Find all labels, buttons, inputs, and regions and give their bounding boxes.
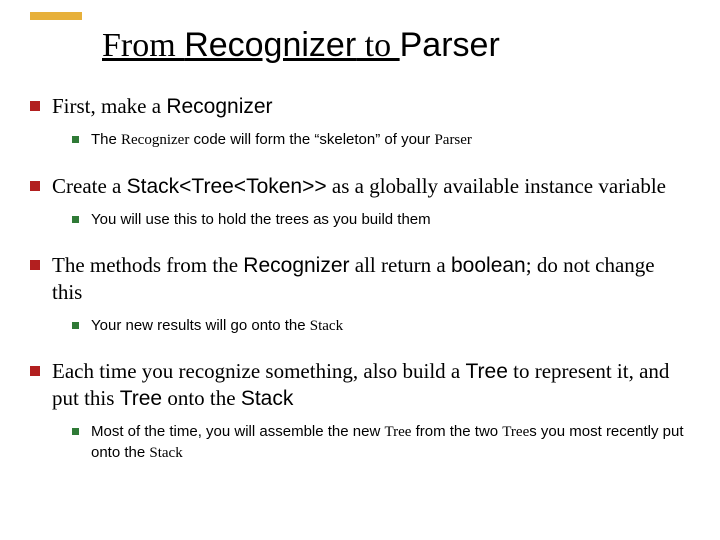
sub-list: Most of the time, you will assemble the … (72, 422, 690, 463)
sub-list-item-text: The Recognizer code will form the “skele… (91, 130, 472, 150)
code-span: Recognizer (121, 132, 189, 148)
code-span: boolean (451, 254, 526, 277)
square-bullet-icon (72, 216, 79, 223)
sub-list-item: Your new results will go onto the Stack (72, 316, 690, 336)
text-span: You will use this to hold the trees as y… (91, 211, 431, 228)
square-bullet-icon (30, 181, 40, 191)
sub-list: The Recognizer code will form the “skele… (72, 130, 690, 150)
bullet-list: First, make a RecognizerThe Recognizer c… (30, 93, 690, 463)
square-bullet-icon (72, 428, 79, 435)
title-code1: Recognizer (184, 26, 356, 64)
sub-list: Your new results will go onto the Stack (72, 316, 690, 336)
square-bullet-icon (30, 366, 40, 376)
code-span: Stack (241, 387, 294, 410)
text-span: Create a (52, 174, 127, 198)
code-span: Parser (434, 132, 472, 148)
title-pre: From (102, 27, 184, 64)
sub-list-item-text: Most of the time, you will assemble the … (91, 422, 690, 463)
text-span: Your new results will go onto the (91, 317, 310, 334)
list-item: First, make a RecognizerThe Recognizer c… (30, 93, 690, 151)
code-span: Tree (120, 387, 162, 410)
list-item: Each time you recognize something, also … (30, 358, 690, 463)
sub-list-item: The Recognizer code will form the “skele… (72, 130, 690, 150)
text-span: as a globally available instance variabl… (327, 174, 666, 198)
text-span: The (91, 131, 121, 148)
text-span: onto the (162, 386, 241, 410)
code-span: Recognizer (166, 95, 272, 118)
slide-title: From Recognizer to Parser (102, 26, 690, 65)
sub-list-item-text: Your new results will go onto the Stack (91, 316, 343, 336)
code-span: Tree (502, 424, 529, 440)
code-span: Stack (310, 318, 343, 334)
text-span: from the two (411, 423, 502, 440)
sub-list-item: Most of the time, you will assemble the … (72, 422, 690, 463)
title-mid: to (356, 27, 399, 64)
text-span: The methods from the (52, 253, 243, 277)
sub-list-item: You will use this to hold the trees as y… (72, 210, 690, 230)
square-bullet-icon (72, 322, 79, 329)
title-code2: Parser (400, 26, 500, 64)
text-span: all return a (350, 253, 451, 277)
list-item-text: First, make a Recognizer (52, 93, 273, 120)
sub-list: You will use this to hold the trees as y… (72, 210, 690, 230)
list-item-text: Each time you recognize something, also … (52, 358, 690, 413)
square-bullet-icon (30, 101, 40, 111)
code-span: Stack (149, 445, 182, 461)
square-bullet-icon (72, 136, 79, 143)
square-bullet-icon (30, 260, 40, 270)
code-span: Tree (465, 360, 507, 383)
code-span: Recognizer (243, 254, 349, 277)
sub-list-item-text: You will use this to hold the trees as y… (91, 210, 431, 230)
code-span: Stack<Tree<Token>> (127, 175, 327, 198)
list-item-text: Create a Stack<Tree<Token>> as a globall… (52, 173, 666, 200)
accent-bar (30, 12, 82, 20)
code-span: Tree (384, 424, 411, 440)
text-span: code will form the “skeleton” of your (189, 131, 434, 148)
text-span: Most of the time, you will assemble the … (91, 423, 384, 440)
list-item: Create a Stack<Tree<Token>> as a globall… (30, 173, 690, 231)
text-span: First, make a (52, 94, 166, 118)
list-item-text: The methods from the Recognizer all retu… (52, 252, 690, 306)
list-item: The methods from the Recognizer all retu… (30, 252, 690, 336)
text-span: Each time you recognize something, also … (52, 359, 465, 383)
